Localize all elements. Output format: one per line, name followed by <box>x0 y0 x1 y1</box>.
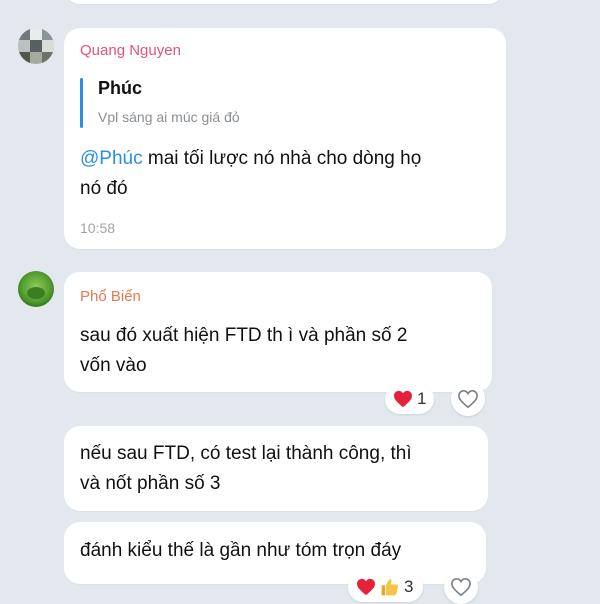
message-bubble[interactable]: đánh kiểu thế là gần như tóm trọn đáy <box>64 522 486 584</box>
message-line: @Phúc mai tối lược nó nhà cho dòng họ <box>80 144 500 174</box>
avatar-photo-icon <box>18 28 54 64</box>
message-bubble[interactable]: nếu sau FTD, có test lại thành công, thì… <box>64 426 488 511</box>
message-bubble[interactable]: Quang Nguyen Phúc Vpl sáng ai múc giá đỏ… <box>64 28 506 249</box>
reaction-pill[interactable]: 3 <box>348 572 424 602</box>
message-text: @Phúc mai tối lược nó nhà cho dòng họ nó… <box>80 144 500 204</box>
mention-link[interactable]: @Phúc <box>80 148 143 169</box>
message-text: nếu sau FTD, có test lại thành công, thì… <box>80 439 480 499</box>
message-line: sau đó xuất hiện FTD th ì và phần số 2 <box>80 325 408 346</box>
sender-name[interactable]: Phổ Biển <box>80 288 141 305</box>
heart-outline-icon <box>458 389 478 409</box>
message-line: vốn vào <box>80 355 147 376</box>
quote-bar <box>80 78 83 128</box>
quoted-text[interactable]: Vpl sáng ai múc giá đỏ <box>98 109 240 125</box>
add-reaction-button[interactable] <box>451 382 485 416</box>
message-bubble[interactable]: Phổ Biển sau đó xuất hiện FTD th ì và ph… <box>64 272 492 392</box>
heart-outline-icon <box>451 577 471 597</box>
message-text-span: mai tối lược nó nhà cho dòng họ <box>142 148 422 169</box>
quoted-author[interactable]: Phúc <box>98 78 142 99</box>
avatar[interactable] <box>18 28 54 64</box>
message-line: và nốt phần số 3 <box>80 473 221 494</box>
add-reaction-button[interactable] <box>444 570 478 604</box>
message-line: đánh kiểu thế là gần như tóm trọn đáy <box>80 540 402 561</box>
reaction-pill[interactable]: 1 <box>385 384 435 414</box>
previous-message-bubble <box>64 0 504 4</box>
reaction-count: 3 <box>404 577 414 596</box>
sender-name[interactable]: Quang Nguyen <box>80 42 181 59</box>
avatar-photo-icon <box>18 271 54 307</box>
heart-icon <box>394 390 412 408</box>
thumbs-up-icon <box>381 579 399 596</box>
message-time: 10:58 <box>80 220 116 236</box>
message-line: nó đó <box>80 178 128 199</box>
heart-icon <box>357 578 375 596</box>
message-line: nếu sau FTD, có test lại thành công, thì <box>80 443 412 464</box>
message-text: đánh kiểu thế là gần như tóm trọn đáy <box>80 536 480 566</box>
reaction-count: 1 <box>417 389 427 408</box>
avatar[interactable] <box>18 271 54 307</box>
message-text: sau đó xuất hiện FTD th ì và phần số 2 v… <box>80 321 480 381</box>
